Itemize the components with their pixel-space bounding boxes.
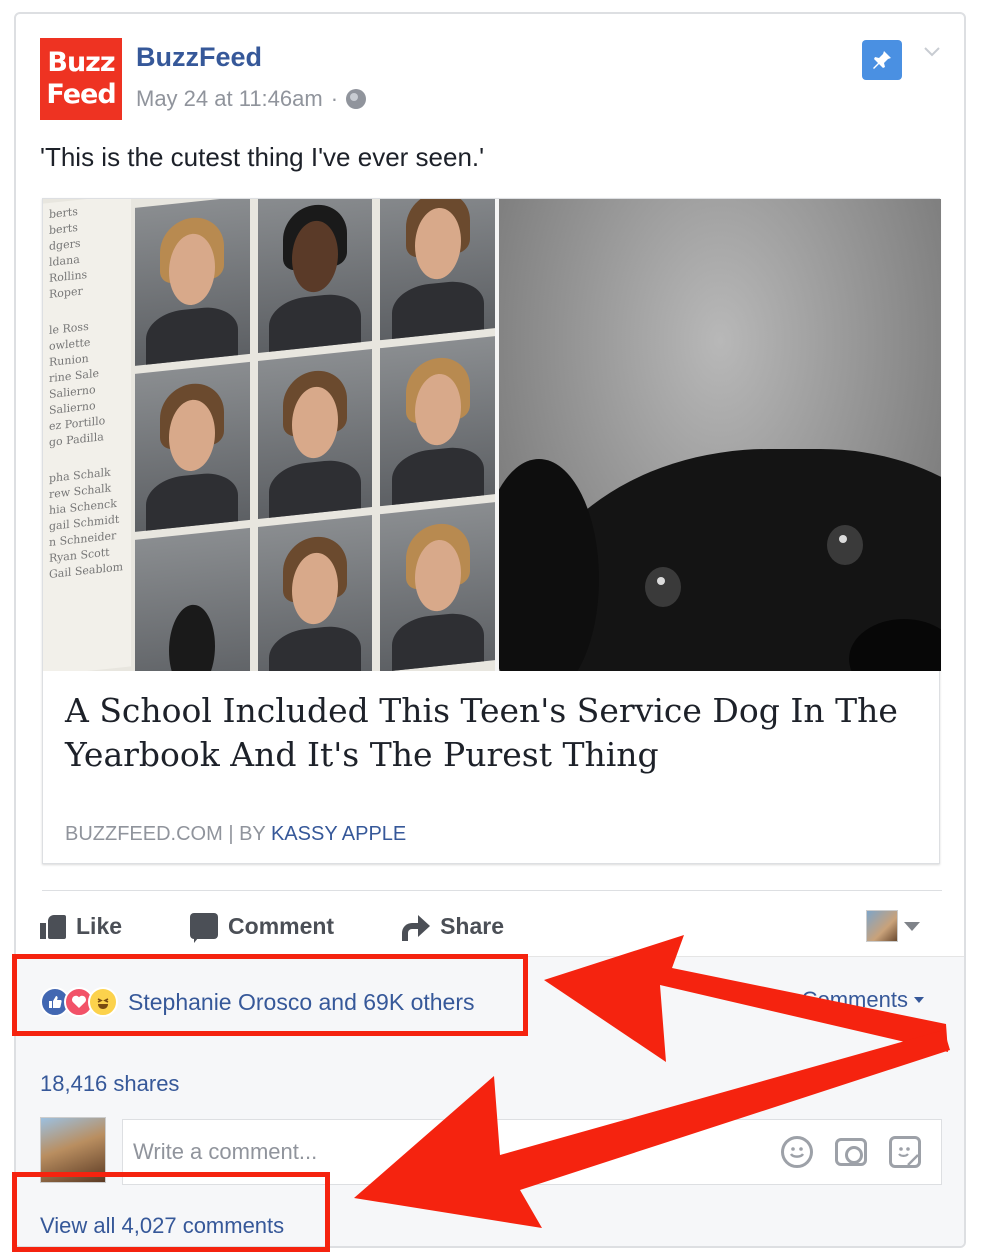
- names-group-3: pha Schalk rew Schalk hia Schenck gail S…: [49, 463, 125, 583]
- comment-label: Comment: [228, 912, 335, 939]
- share-label: Share: [440, 912, 505, 939]
- preview-image[interactable]: berts berts dgers ldana Rollins Roper le…: [43, 199, 941, 671]
- yearbook-photo-grid: [135, 199, 495, 671]
- like-label: Like: [76, 912, 123, 939]
- names-group-1: berts berts dgers ldana Rollins Roper: [49, 199, 125, 303]
- shares-count-link[interactable]: 18,416 shares: [40, 1071, 179, 1097]
- student-portrait: [380, 336, 495, 507]
- comment-button[interactable]: Comment: [190, 912, 335, 943]
- composer-icons: [781, 1136, 921, 1168]
- yearbook-names-column: berts berts dgers ldana Rollins Roper le…: [43, 199, 131, 671]
- link-domain: BUZZFEED.COM: [65, 823, 223, 845]
- buzzfeed-logo[interactable]: Buzz Feed: [40, 38, 122, 120]
- student-portrait: [135, 361, 250, 532]
- globe-icon[interactable]: [346, 89, 367, 109]
- dog-eye: [827, 525, 863, 565]
- source-separator: |: [222, 823, 240, 845]
- student-portrait: [380, 502, 495, 671]
- identity-selector[interactable]: [866, 910, 920, 942]
- sort-label: Top Comments: [760, 987, 908, 1012]
- student-portrait: [135, 199, 250, 366]
- link-title[interactable]: A School Included This Teen's Service Do…: [65, 689, 915, 777]
- share-button[interactable]: Share: [402, 912, 505, 941]
- yearbook-page: berts berts dgers ldana Rollins Roper le…: [43, 199, 497, 671]
- service-dog-photo: [499, 199, 941, 671]
- like-button[interactable]: Like: [40, 913, 122, 940]
- page-name-link[interactable]: BuzzFeed: [136, 42, 262, 73]
- student-portrait: [380, 199, 495, 341]
- student-portrait: [257, 514, 373, 671]
- post-message: 'This is the cutest thing I've ever seen…: [40, 142, 485, 172]
- reactions-highlight-box: [12, 954, 528, 1036]
- facebook-post-card: Buzz Feed BuzzFeed May 24 at 11:46am · '…: [14, 12, 966, 1248]
- avatar: [866, 910, 898, 942]
- logo-line-1: Buzz: [47, 47, 115, 78]
- link-source: BUZZFEED.COM | BY KASSY APPLE: [65, 823, 406, 846]
- caret-down-icon: [913, 997, 924, 1003]
- author-link[interactable]: KASSY APPLE: [271, 823, 406, 845]
- thumbs-up-icon: [40, 913, 66, 939]
- meta-separator: ·: [330, 86, 339, 111]
- chevron-down-icon: [904, 921, 920, 931]
- comment-input[interactable]: [133, 1139, 733, 1165]
- chevron-down-icon[interactable]: [922, 42, 942, 62]
- divider: [42, 890, 942, 891]
- speech-bubble-icon: [190, 913, 219, 943]
- comment-sort-dropdown[interactable]: Top Comments: [760, 987, 924, 1013]
- logo-line-2: Feed: [46, 79, 116, 110]
- dog-eye: [645, 567, 681, 607]
- action-bar: Like Comment Share: [40, 906, 940, 946]
- camera-icon[interactable]: [835, 1138, 867, 1166]
- comments-highlight-box: [12, 1172, 330, 1252]
- pin-icon[interactable]: [862, 40, 902, 80]
- post-timestamp[interactable]: May 24 at 11:46am: [136, 86, 323, 112]
- dog-portrait: [135, 527, 250, 671]
- names-group-2: le Ross owlette Runion rine Sale Saliern…: [49, 315, 125, 451]
- smiley-icon[interactable]: [781, 1136, 813, 1168]
- sticker-icon[interactable]: [889, 1136, 921, 1168]
- post-meta: May 24 at 11:46am ·: [136, 86, 367, 112]
- link-preview[interactable]: berts berts dgers ldana Rollins Roper le…: [42, 198, 941, 864]
- student-portrait: [257, 199, 373, 354]
- dog-ear: [499, 459, 599, 671]
- share-arrow-icon: [402, 915, 431, 941]
- byline-prefix: BY: [239, 823, 271, 845]
- student-portrait: [257, 348, 373, 520]
